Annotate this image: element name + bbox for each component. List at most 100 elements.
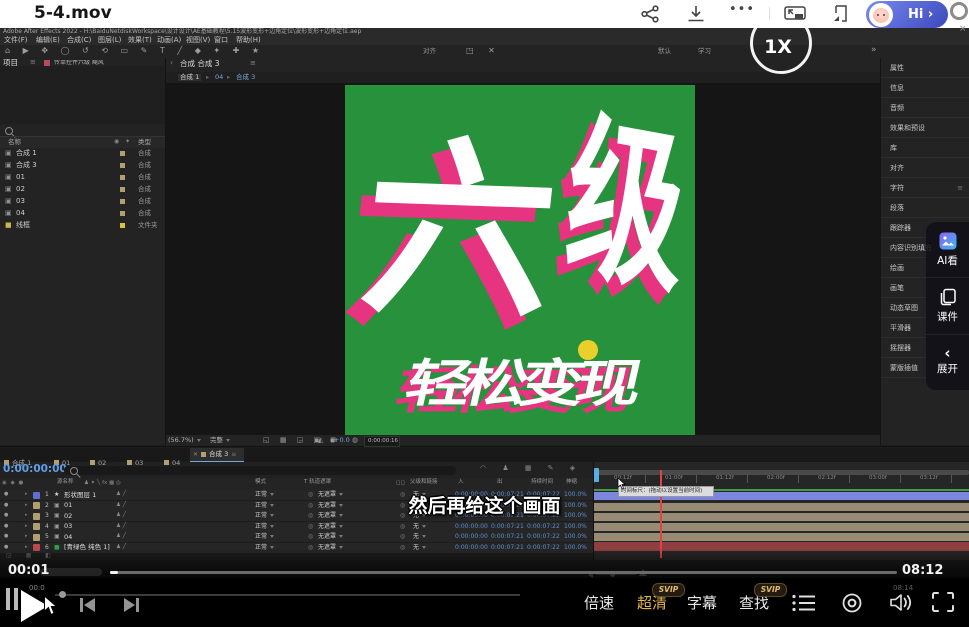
breadcrumb-comp3[interactable]: 合成 3	[236, 74, 255, 81]
out-value[interactable]: 0:00:07:21	[491, 534, 524, 540]
account-label[interactable]: Hi ›	[908, 8, 933, 21]
parent-select[interactable]: 无	[413, 524, 426, 530]
panel-tab-libraries[interactable]: 库	[881, 138, 969, 158]
project-tab[interactable]: 项目	[3, 59, 18, 67]
blend-mode-select[interactable]: 正常	[255, 534, 274, 540]
layer-switches[interactable]: ♟ ╱	[116, 524, 126, 530]
playhead-marker[interactable]	[594, 468, 599, 482]
previous-frame-button[interactable]	[80, 598, 83, 612]
layer-row-5[interactable]: ● ▸ 5 ▣ 04 ♟ ╱ 正常 ◎ 无遮罩 ◎ 无 0:00:00:00 0…	[0, 532, 593, 542]
col-track-matte[interactable]: T 轨道遮罩	[304, 480, 331, 486]
pause-icon[interactable]	[6, 588, 10, 610]
label-swatch[interactable]	[120, 163, 125, 168]
mini-seek-handle[interactable]	[59, 591, 66, 598]
label-swatch[interactable]	[120, 223, 125, 228]
mini-seek-line[interactable]	[55, 594, 520, 596]
panel-tab-align[interactable]: 对齐	[881, 158, 969, 178]
in-value[interactable]: 0:00:00:00	[455, 534, 488, 540]
seek-bar[interactable]	[110, 571, 897, 574]
download-icon[interactable]	[686, 5, 706, 23]
timeline-toolbar-icons[interactable]: ◠ ♟ ▦ ✎ ◈	[480, 465, 582, 472]
col-mode[interactable]: 模式	[255, 480, 266, 486]
layer-switches[interactable]: ♟ ╱	[116, 534, 126, 540]
eye-icon[interactable]: ●	[4, 534, 8, 539]
panel-tab-info[interactable]: 信息	[881, 78, 969, 98]
courseware-button[interactable]: 课件	[926, 278, 969, 334]
parent-select[interactable]: 无	[413, 534, 426, 540]
menu-file[interactable]: 文件(F)	[4, 37, 28, 44]
timeline-search-field[interactable]	[64, 466, 456, 475]
project-col-type[interactable]: 类型	[138, 139, 151, 146]
project-item-folder[interactable]: ■ 线框 文件夹	[0, 220, 165, 232]
cast-to-device-icon[interactable]	[833, 4, 849, 24]
label-swatch[interactable]	[120, 199, 125, 204]
workspace-default[interactable]: 默认	[658, 48, 671, 55]
menu-effect[interactable]: 效果(T)	[128, 37, 152, 44]
blend-mode-select[interactable]: 正常	[255, 524, 274, 530]
project-item[interactable]: ▣ 02 合成	[0, 184, 165, 196]
col-source-name[interactable]: 源名称	[57, 480, 74, 486]
viewer-timecode-box[interactable]: 0:00:00:16	[364, 436, 400, 447]
col-out[interactable]: 出	[497, 480, 503, 486]
menu-edit[interactable]: 编辑(E)	[36, 37, 60, 44]
stretch-value[interactable]: 100.0%	[564, 524, 587, 530]
track-matte-select[interactable]: 无遮罩	[318, 524, 343, 530]
toolbar-extra-icons[interactable]: ◳ ✕	[466, 47, 501, 55]
timeline-timecode[interactable]: 0:00:00:00	[3, 464, 67, 475]
menu-window[interactable]: 窗口	[214, 37, 228, 44]
fullscreen-icon[interactable]	[931, 591, 955, 613]
label-swatch[interactable]	[120, 187, 125, 192]
snap-label[interactable]: 对齐	[423, 48, 436, 55]
more-options-icon[interactable]: •••	[729, 3, 755, 16]
panel-tab-character[interactable]: 字符≡	[881, 178, 969, 198]
col-in[interactable]: 入	[458, 480, 464, 486]
workspace-learn[interactable]: 学习	[698, 48, 711, 55]
zoom-select[interactable]: (56.7%)	[168, 437, 201, 444]
subtitle-button[interactable]: 字幕	[687, 596, 717, 611]
panel-menu-icon[interactable]: ≡	[30, 59, 36, 66]
volume-icon[interactable]	[889, 592, 914, 613]
label-swatch[interactable]	[120, 211, 125, 216]
resolution-select[interactable]: 完整	[210, 437, 230, 444]
col-stretch[interactable]: 伸缩	[566, 480, 577, 486]
playlist-icon[interactable]	[792, 594, 816, 612]
search-icon[interactable]	[5, 127, 13, 135]
twirl-icon[interactable]: ▸	[25, 524, 28, 529]
col-duration[interactable]: 持续时间	[531, 480, 553, 486]
close-icon[interactable]: ✕	[193, 451, 198, 458]
workspace-overflow[interactable]: »	[871, 46, 877, 55]
twirl-icon[interactable]: ▸	[25, 534, 28, 539]
track-matte-select[interactable]: 无遮罩	[318, 534, 343, 540]
label-swatch[interactable]	[120, 151, 125, 156]
out-value[interactable]: 0:00:07:21	[491, 524, 524, 530]
find-button[interactable]: 查找	[739, 596, 769, 611]
duration-value[interactable]: 0:00:07:22	[527, 524, 560, 530]
label-swatch[interactable]	[120, 175, 125, 180]
menu-view[interactable]: 视图(V)	[186, 37, 210, 44]
close-icon[interactable]: ×	[959, 25, 967, 34]
project-item[interactable]: ▣ 合成 1 合成	[0, 148, 165, 160]
menu-comp[interactable]: 合成(C)	[67, 37, 91, 44]
picture-in-picture-icon[interactable]	[784, 6, 806, 22]
ai-view-button[interactable]: AI看	[926, 222, 969, 278]
next-frame-icon[interactable]	[124, 598, 135, 612]
parent-pickwhip-icon[interactable]: ◎	[400, 534, 405, 540]
timeline-tab-comp3-active[interactable]: ✕ 合成 3 ≡	[190, 448, 244, 462]
avatar[interactable]	[869, 3, 893, 27]
breadcrumb-comp1[interactable]: 合成 1	[178, 74, 201, 81]
project-item[interactable]: ▣ 03 合成	[0, 196, 165, 208]
back-icon[interactable]: ‹	[170, 59, 173, 67]
next-frame-button[interactable]	[136, 598, 139, 612]
pause-icon[interactable]	[14, 588, 18, 610]
expand-button[interactable]: ‹ 展开	[926, 335, 969, 390]
stretch-value[interactable]: 100.0%	[564, 534, 587, 540]
snapshot-icon[interactable]: ◍	[352, 437, 358, 444]
project-item[interactable]: ▣ 合成 3 合成	[0, 160, 165, 172]
project-item[interactable]: ▣ 01 合成	[0, 172, 165, 184]
panel-menu-icon[interactable]: ≡	[250, 60, 256, 67]
project-item[interactable]: ▣ 04 合成	[0, 208, 165, 220]
panel-tab-audio[interactable]: 音频	[881, 98, 969, 118]
menu-layer[interactable]: 图层(L)	[98, 37, 121, 44]
menu-anim[interactable]: 动画(A)	[157, 37, 181, 44]
viewer-tab[interactable]: 合成 合成 3	[180, 60, 220, 68]
